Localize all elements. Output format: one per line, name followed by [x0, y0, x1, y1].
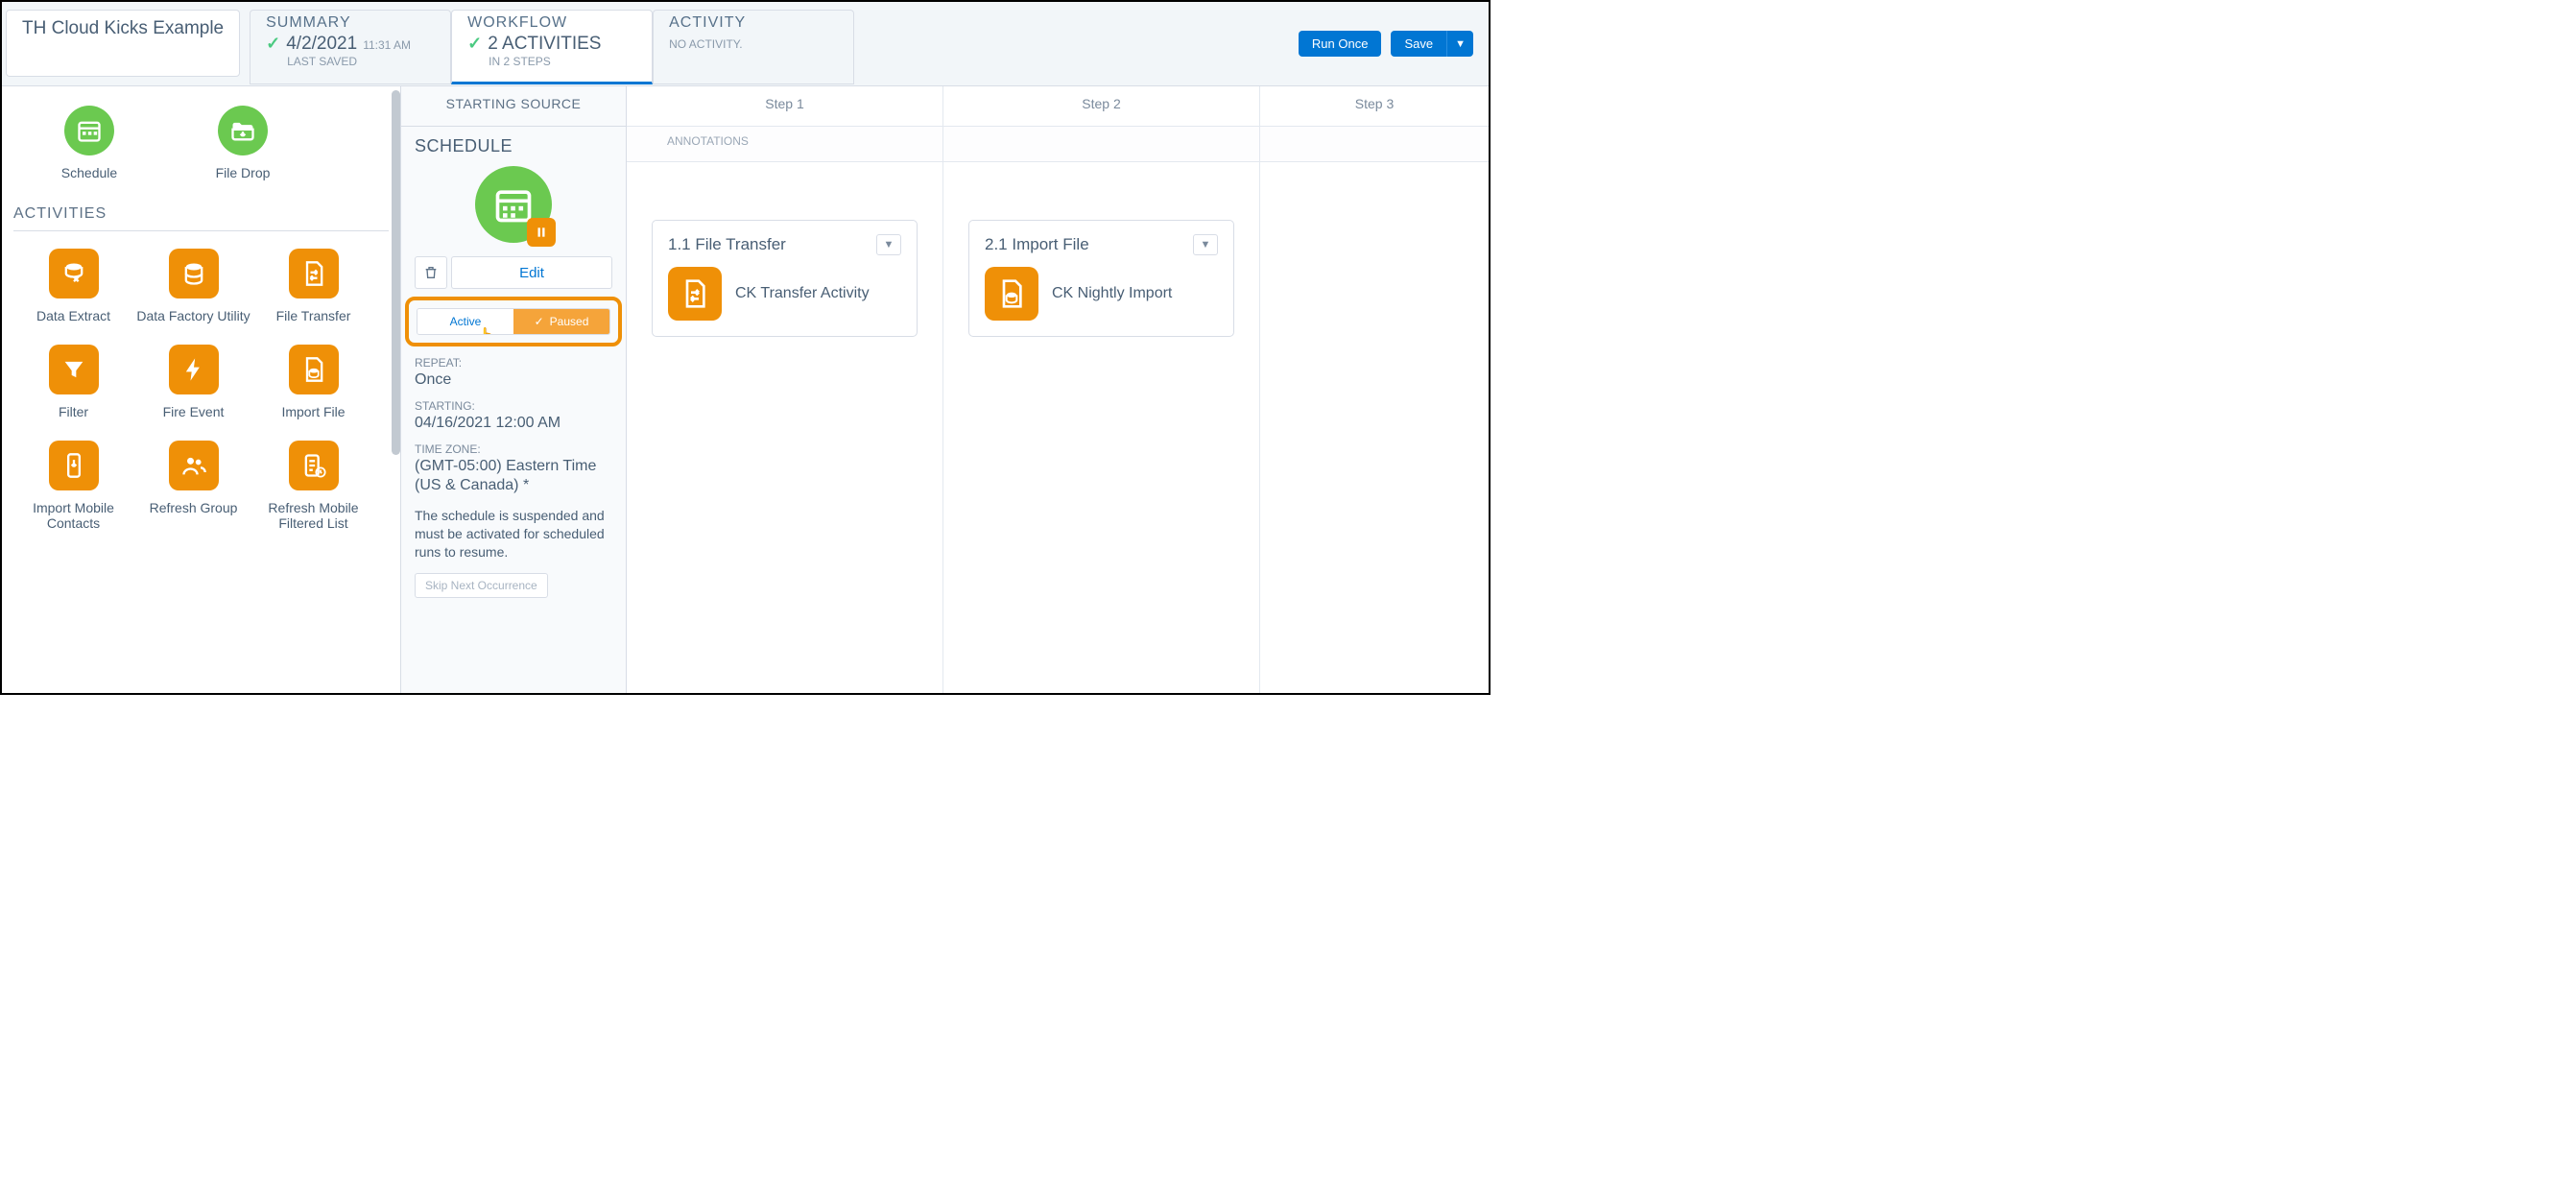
step-column-3: Step 3	[1260, 86, 1489, 693]
activities-heading: ACTIVITIES	[13, 205, 393, 223]
skip-next-occurrence-button[interactable]: Skip Next Occurrence	[415, 573, 548, 598]
summary-time: 11:31 AM	[363, 38, 411, 52]
workflow-count: 2 ACTIVITIES	[488, 34, 601, 55]
file-transfer-icon	[668, 267, 722, 321]
palette-item-data-extract[interactable]: Data Extract	[13, 249, 133, 323]
palette-label: Fire Event	[133, 404, 253, 419]
calendar-icon	[64, 106, 114, 155]
palette-label: Refresh Group	[133, 500, 253, 515]
tab-summary[interactable]: SUMMARY ✓ 4/2/2021 11:31 AM LAST SAVED	[250, 10, 451, 84]
repeat-value: Once	[415, 370, 612, 390]
card-title: 2.1 Import File	[985, 235, 1089, 254]
pause-badge-icon	[527, 218, 556, 247]
step-column-2: Step 2 2.1 Import File ▼ CK Nightly Impo…	[943, 86, 1260, 693]
palette-label: File Transfer	[253, 308, 373, 323]
palette-item-filter[interactable]: Filter	[13, 345, 133, 419]
schedule-note: The schedule is suspended and must be ac…	[415, 507, 612, 561]
schedule-status-toggle[interactable]: Active ✓ Paused 👆	[417, 308, 610, 335]
palette-item-refresh-group[interactable]: Refresh Group	[133, 441, 253, 531]
save-button-group: Save ▼	[1391, 31, 1473, 57]
run-once-button[interactable]: Run Once	[1299, 31, 1382, 57]
activity-line: NO ACTIVITY.	[669, 37, 838, 51]
fire-event-icon	[169, 345, 219, 394]
summary-sub: LAST SAVED	[287, 55, 435, 68]
card-activity-name: CK Transfer Activity	[735, 284, 870, 304]
card-title: 1.1 File Transfer	[668, 235, 786, 254]
palette-item-schedule[interactable]: Schedule	[36, 106, 142, 180]
import-mobile-icon	[49, 441, 99, 490]
file-transfer-icon	[289, 249, 339, 298]
save-button[interactable]: Save	[1391, 31, 1446, 57]
timezone-label: TIME ZONE:	[415, 442, 612, 456]
card-menu-button[interactable]: ▼	[876, 234, 901, 255]
palette-label: Import Mobile Contacts	[13, 500, 133, 531]
card-activity-name: CK Nightly Import	[1052, 284, 1172, 304]
step-header: Step 2	[943, 86, 1259, 127]
starting-source-heading: STARTING SOURCE	[401, 86, 626, 127]
repeat-label: REPEAT:	[415, 356, 612, 370]
palette-label: Data Extract	[13, 308, 133, 323]
delete-schedule-button[interactable]	[415, 256, 447, 289]
tab-workflow[interactable]: WORKFLOW ✓ 2 ACTIVITIES IN 2 STEPS	[451, 10, 653, 84]
schedule-title: SCHEDULE	[415, 136, 612, 156]
annotations-spacer	[943, 127, 1259, 161]
toggle-paused[interactable]: ✓ Paused	[513, 309, 609, 334]
data-extract-icon	[49, 249, 99, 298]
data-factory-icon	[169, 249, 219, 298]
step-header: Step 3	[1260, 86, 1489, 127]
step-header: Step 1	[627, 86, 942, 127]
palette-item-data-factory[interactable]: Data Factory Utility	[133, 249, 253, 323]
palette-label: Filter	[13, 404, 133, 419]
palette-item-fire-event[interactable]: Fire Event	[133, 345, 253, 419]
status-toggle-callout: Active ✓ Paused 👆	[405, 297, 622, 346]
starting-source-column: STARTING SOURCE SCHEDULE Edit	[401, 86, 627, 693]
card-menu-button[interactable]: ▼	[1193, 234, 1218, 255]
palette-label: Import File	[253, 404, 373, 419]
palette-label: Refresh Mobile Filtered List	[253, 500, 373, 531]
divider	[13, 230, 389, 231]
header-bar: TH Cloud Kicks Example SUMMARY ✓ 4/2/202…	[2, 2, 1489, 86]
palette-label: Schedule	[36, 165, 142, 180]
import-file-icon	[289, 345, 339, 394]
palette-label: Data Factory Utility	[133, 308, 253, 323]
edit-schedule-button[interactable]: Edit	[451, 256, 612, 289]
tab-label: SUMMARY	[266, 14, 435, 32]
automation-title-card[interactable]: TH Cloud Kicks Example	[6, 10, 240, 77]
scrollbar[interactable]	[392, 90, 400, 455]
import-file-icon	[985, 267, 1038, 321]
palette-item-file-transfer[interactable]: File Transfer	[253, 249, 373, 323]
workflow-sub: IN 2 STEPS	[489, 55, 636, 68]
step-column-1: Step 1 ANNOTATIONS 1.1 File Transfer ▼ C…	[627, 86, 943, 693]
automation-title: TH Cloud Kicks Example	[22, 18, 224, 39]
filter-icon	[49, 345, 99, 394]
annotations-spacer	[1260, 127, 1489, 161]
check-icon: ✓	[467, 34, 482, 54]
timezone-value: (GMT-05:00) Eastern Time (US & Canada) *	[415, 457, 612, 495]
starting-value: 04/16/2021 12:00 AM	[415, 414, 612, 433]
tab-activity[interactable]: ACTIVITY NO ACTIVITY.	[653, 10, 854, 84]
activity-card-import-file[interactable]: 2.1 Import File ▼ CK Nightly Import	[968, 220, 1234, 337]
refresh-mobile-icon	[289, 441, 339, 490]
annotations-label: ANNOTATIONS	[627, 127, 942, 161]
tab-label: WORKFLOW	[467, 14, 636, 32]
save-dropdown-button[interactable]: ▼	[1446, 31, 1473, 57]
palette-label: File Drop	[190, 165, 296, 180]
check-icon: ✓	[535, 315, 544, 328]
tab-label: ACTIVITY	[669, 14, 838, 32]
check-icon: ✓	[266, 34, 280, 54]
palette-item-refresh-mobile[interactable]: Refresh Mobile Filtered List	[253, 441, 373, 531]
summary-date: 4/2/2021	[286, 34, 357, 55]
activity-card-file-transfer[interactable]: 1.1 File Transfer ▼ CK Transfer Activity	[652, 220, 918, 337]
palette-item-import-mobile[interactable]: Import Mobile Contacts	[13, 441, 133, 531]
starting-label: STARTING:	[415, 399, 612, 413]
palette-item-import-file[interactable]: Import File	[253, 345, 373, 419]
toggle-active[interactable]: Active	[417, 309, 513, 334]
refresh-group-icon	[169, 441, 219, 490]
activity-palette: Schedule File Drop ACTIVITIES Data Extra…	[2, 86, 401, 693]
palette-item-file-drop[interactable]: File Drop	[190, 106, 296, 180]
file-drop-icon	[218, 106, 268, 155]
